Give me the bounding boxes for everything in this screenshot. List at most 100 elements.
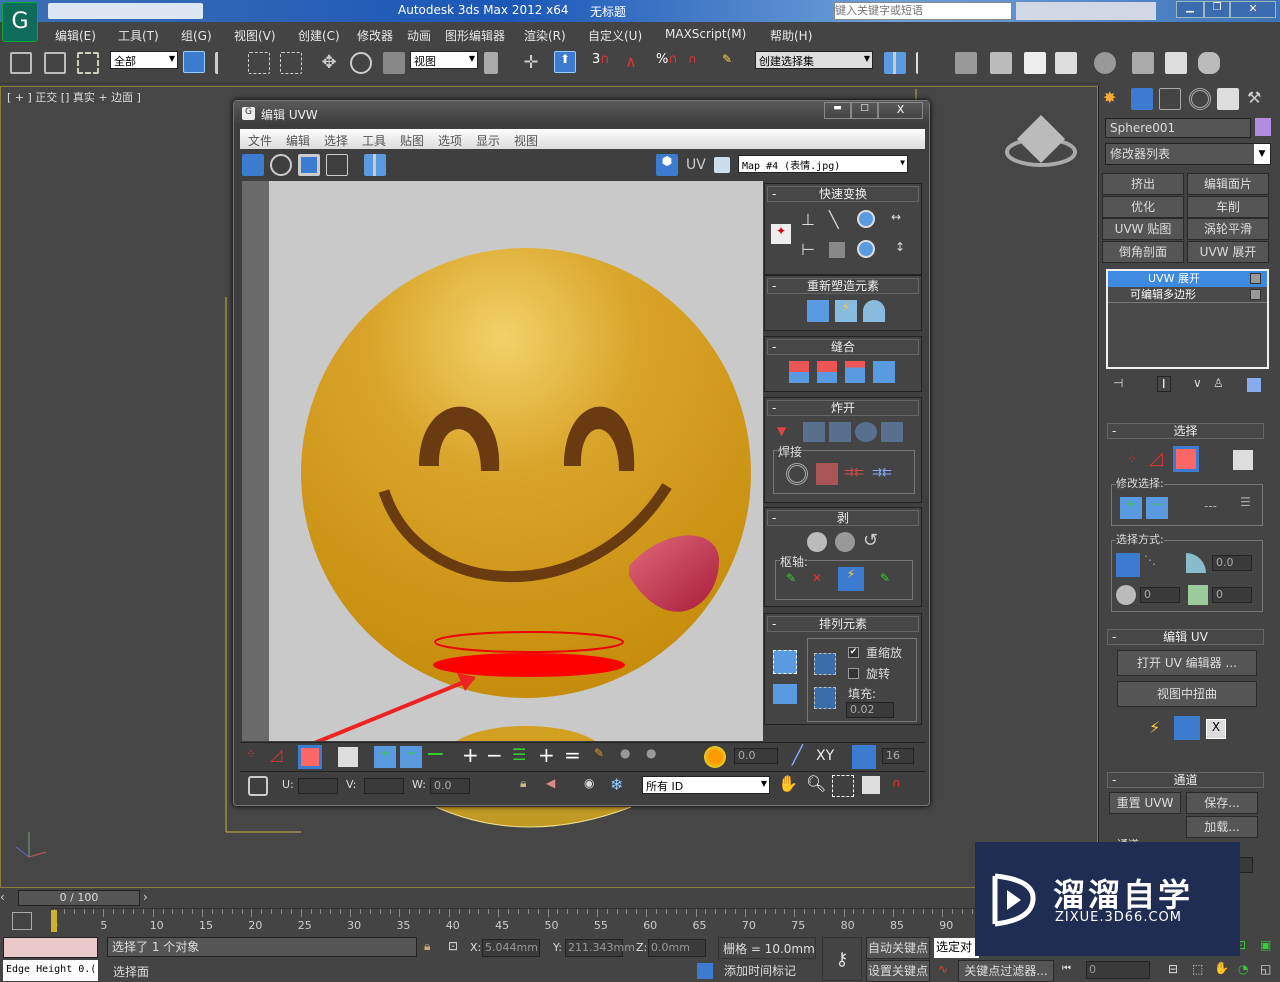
uvw-scale-icon[interactable] [298, 154, 320, 176]
select-object-icon[interactable] [183, 51, 205, 73]
relax-icon[interactable]: ⚡ [835, 300, 857, 322]
pin-stack-icon[interactable]: ⊣ [1113, 376, 1123, 390]
spinner-snap-icon[interactable]: ∩ [688, 52, 710, 74]
quick-planar-map-icon[interactable]: ⚡ [1149, 718, 1160, 737]
rollout-channel-header[interactable]: - 通道 [1107, 772, 1264, 788]
pan-icon[interactable]: ✋ [778, 774, 798, 793]
modifier-button-extrude[interactable]: 挤出 [1102, 173, 1184, 195]
menu-help[interactable]: 帮助(H) [770, 27, 812, 44]
modifier-button-unwrap-uvw[interactable]: UVW 展开 [1187, 241, 1269, 263]
key-filters-button[interactable]: 关键点过滤器... [958, 960, 1054, 982]
rollout-edit-uv-header[interactable]: - 编辑 UV [1107, 629, 1264, 645]
uvw-grow-icon[interactable]: + [374, 746, 396, 768]
zoom-region-icon[interactable] [832, 775, 854, 797]
y-coordinate-field[interactable]: 211.343mm [565, 939, 635, 957]
viewcube-icon[interactable] [1005, 114, 1077, 167]
time-tag-icon[interactable] [697, 963, 713, 979]
arrange-header[interactable]: - 排列元素 [767, 616, 919, 632]
ignore-backfacing-icon[interactable]: ⋱ [1144, 553, 1156, 567]
stitch-to-target-icon[interactable] [789, 361, 809, 383]
uvw-close-button[interactable]: X [878, 102, 923, 119]
snap-icon[interactable]: ∩ [892, 776, 901, 790]
angle-snap-icon[interactable]: ∧ [625, 52, 647, 74]
quick-transform-header[interactable]: - 快速变换 [767, 186, 919, 202]
render-setup-icon[interactable] [1132, 52, 1154, 74]
pack-custom-icon[interactable] [814, 653, 836, 675]
space-vertical-icon[interactable]: ↕ [895, 240, 905, 254]
uvw-menu-options[interactable]: 选项 [438, 132, 462, 149]
uvw-edge-mode-icon[interactable]: ◿ [270, 745, 282, 764]
make-unique-icon[interactable]: ∨ [1193, 376, 1202, 390]
menu-views[interactable]: 视图(V) [234, 27, 276, 44]
rescale-checkbox[interactable]: ✔ [848, 647, 859, 658]
edit-named-selection-icon[interactable]: ✎ [722, 52, 744, 74]
reset-uvw-button[interactable]: 重置 UVW [1109, 792, 1181, 814]
pan-view-icon[interactable]: ✋ [1214, 961, 1229, 975]
reshape-header[interactable]: - 重新塑造元素 [767, 278, 919, 294]
rollout-selection-header[interactable]: - 选择 [1107, 423, 1264, 439]
quick-peel-icon[interactable] [807, 532, 827, 552]
quick-map-gizmo-icon[interactable] [1174, 716, 1200, 740]
graphite-tools-icon[interactable] [990, 52, 1012, 74]
uvw-loop-icon[interactable]: ☰ [512, 745, 526, 764]
reference-coordinate-dropdown[interactable]: 视图 [410, 51, 478, 69]
orbit-icon[interactable]: ◔ [1238, 962, 1248, 976]
current-frame-marker[interactable] [51, 910, 57, 932]
stack-item-editable-poly[interactable]: 可编辑多边形 [1108, 287, 1267, 303]
detach-edge-verts-icon[interactable] [803, 422, 825, 442]
set-key-icon[interactable]: ⚷ [822, 937, 862, 981]
stack-item-unwrap-uvw[interactable]: UVW 展开 [1108, 271, 1267, 287]
display-tab-icon[interactable] [1217, 88, 1239, 110]
uvw-element-mode-icon[interactable] [338, 747, 358, 767]
percent-snap-icon[interactable]: %∩ [656, 52, 678, 74]
layer-manager-icon[interactable] [955, 52, 977, 74]
uvw-menu-tools[interactable]: 工具 [362, 132, 386, 149]
mirror-icon[interactable] [884, 52, 906, 74]
search-input[interactable] [834, 2, 1012, 20]
uvw-ring-shrink-icon[interactable]: − [486, 743, 503, 767]
move-icon[interactable]: ✥ [318, 52, 340, 74]
key-mode-toggle-icon[interactable]: ⏮ [1062, 963, 1071, 974]
uvw-map-list-icon[interactable] [714, 157, 730, 173]
window-crossing-icon[interactable] [280, 52, 302, 74]
hierarchy-tab-icon[interactable] [1159, 88, 1181, 110]
uvw-freeform-icon[interactable] [326, 154, 348, 176]
menu-group[interactable]: 组(G) [181, 27, 212, 44]
set-pivot-icon[interactable]: ✦ [771, 224, 791, 244]
explode-header[interactable]: - 炸开 [767, 400, 919, 416]
tweak-in-view-button[interactable]: 视图中扭曲 [1117, 681, 1257, 707]
peel-header[interactable]: -剥 [767, 510, 919, 526]
select-by-material-id-icon[interactable] [1188, 585, 1208, 605]
smoothing-group-spinner[interactable]: 0 [1140, 587, 1180, 603]
rotate-ccw-icon[interactable] [857, 240, 875, 258]
uvw-menu-select[interactable]: 选择 [324, 132, 348, 149]
element-mode-icon[interactable] [1233, 450, 1253, 470]
menu-customize[interactable]: 自定义(U) [588, 27, 642, 44]
max-toggle-icon[interactable]: ▣ [1260, 938, 1271, 952]
uvw-face-mode-icon[interactable] [298, 745, 322, 769]
face-mode-icon[interactable] [1173, 446, 1199, 472]
utilities-tab-icon[interactable]: ⚒ [1247, 88, 1269, 110]
modifier-button-bevel-profile[interactable]: 倒角剖面 [1102, 241, 1184, 263]
rotate-icon[interactable] [350, 52, 372, 74]
time-slider-next[interactable]: › [143, 890, 159, 906]
key-tangent-icon[interactable]: ∿ [938, 962, 948, 976]
unpin-icon[interactable]: ✕ [812, 571, 822, 585]
uvw-vertex-mode-icon[interactable]: ⁘ [246, 747, 256, 761]
maxscript-output[interactable]: Edge Height 0.( [3, 960, 98, 981]
uvw-shrink-icon[interactable]: − [400, 746, 422, 768]
ring-icon[interactable]: --- [1204, 499, 1217, 513]
flatten-by-polygon-angle-icon[interactable] [829, 422, 851, 442]
lock-selection-icon[interactable]: 🔒︎ [520, 776, 526, 791]
uvw-rotate-icon[interactable] [270, 154, 292, 176]
configure-modifier-sets-icon[interactable] [1247, 378, 1261, 392]
select-by-smoothing-icon[interactable] [1116, 585, 1136, 605]
uvw-loop-grow-icon[interactable]: + [538, 743, 555, 767]
planar-angle-icon[interactable] [1186, 553, 1206, 573]
select-manipulate-icon[interactable]: ✛ [520, 52, 542, 74]
uvw-maximize-button[interactable]: □ [851, 102, 878, 119]
z-coordinate-field[interactable]: 0.0mm [648, 939, 706, 957]
edge-mode-icon[interactable]: ◿ [1149, 448, 1163, 469]
modifier-button-edit-patch[interactable]: 编辑面片 [1187, 173, 1269, 195]
stitch-settings-icon[interactable] [873, 361, 895, 383]
